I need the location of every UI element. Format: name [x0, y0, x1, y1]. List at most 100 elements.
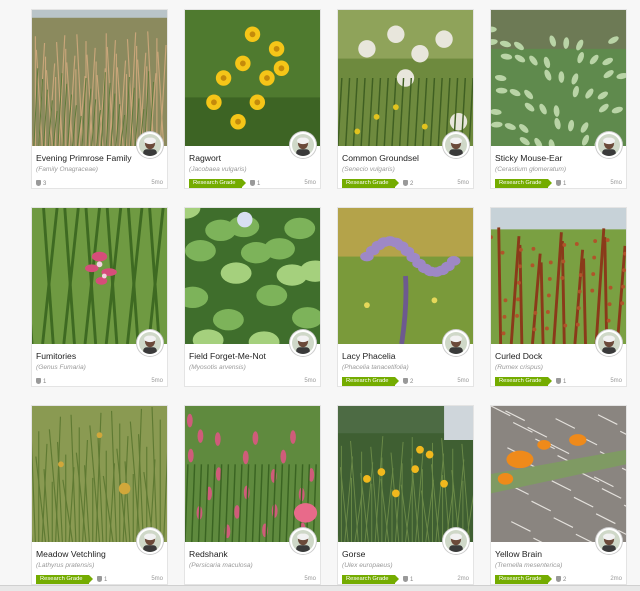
user-avatar[interactable]	[443, 528, 469, 554]
observation-card[interactable]: Gorse (Ulex europaeus) Research Grade 1 2mo	[337, 405, 474, 585]
species-name[interactable]: Ragwort	[189, 153, 221, 163]
species-name[interactable]: Redshank	[189, 549, 228, 559]
identifications-count: 2	[403, 180, 413, 187]
observation-photo[interactable]	[338, 10, 473, 146]
identifications-count: 1	[556, 378, 566, 385]
observation-photo[interactable]	[491, 406, 626, 542]
user-avatar[interactable]	[290, 132, 316, 158]
observation-card[interactable]: Lacy Phacelia (Phacelia tanacetifolia) Res…	[337, 207, 474, 387]
observation-card[interactable]: Meadow Vetchling (Lathyrus pratensis) Rese…	[31, 405, 168, 585]
user-avatar[interactable]	[596, 330, 622, 356]
research-grade-badge: Research Grade	[495, 575, 552, 584]
species-name[interactable]: Curled Dock	[495, 351, 542, 361]
scientific-name: (Rumex crispus)	[495, 364, 543, 371]
species-name[interactable]: Yellow Brain	[495, 549, 542, 559]
shield-icon	[556, 576, 561, 582]
time-ago: 5mo	[457, 180, 469, 186]
species-name[interactable]: Meadow Vetchling	[36, 549, 106, 559]
scientific-name: (Cerastium glomeratum)	[495, 166, 567, 173]
card-meta: Research Grade 1 5mo	[495, 179, 622, 188]
observation-photo[interactable]	[185, 406, 320, 542]
scientific-name: (Senecio vulgaris)	[342, 166, 395, 173]
species-name[interactable]: Fumitories	[36, 351, 76, 361]
user-avatar[interactable]	[443, 132, 469, 158]
observation-photo[interactable]	[32, 208, 167, 344]
scientific-name: (Genus Fumaria)	[36, 364, 86, 371]
time-ago: 5mo	[151, 378, 163, 384]
species-name[interactable]: Gorse	[342, 549, 365, 559]
shield-icon	[556, 180, 561, 186]
observation-card[interactable]: Yellow Brain (Tremella mesenterica) Resear…	[490, 405, 627, 585]
species-name[interactable]: Evening Primrose Family	[36, 153, 132, 163]
observation-card[interactable]: Sticky Mouse-Ear (Cerastium glomeratum) Re…	[490, 9, 627, 189]
observation-photo[interactable]	[185, 208, 320, 344]
research-grade-badge: Research Grade	[342, 179, 399, 188]
shield-icon	[403, 180, 408, 186]
user-avatar[interactable]	[137, 528, 163, 554]
identifications-count: 1	[250, 180, 260, 187]
time-ago: 5mo	[304, 576, 316, 582]
observation-card[interactable]: Fumitories (Genus Fumaria) 1 5mo	[31, 207, 168, 387]
observation-photo[interactable]	[338, 208, 473, 344]
time-ago: 5mo	[610, 180, 622, 186]
time-ago: 5mo	[457, 378, 469, 384]
card-meta: 5mo	[189, 377, 316, 386]
research-grade-badge: Research Grade	[495, 377, 552, 386]
observation-card[interactable]: Redshank (Persicaria maculosa) 5mo	[184, 405, 321, 585]
scientific-name: (Lathyrus pratensis)	[36, 562, 95, 569]
card-meta: Research Grade 1 5mo	[36, 575, 163, 584]
time-ago: 5mo	[610, 378, 622, 384]
observation-grid: Evening Primrose Family (Family Onagracea…	[0, 0, 640, 591]
species-name[interactable]: Sticky Mouse-Ear	[495, 153, 562, 163]
observation-card[interactable]: Evening Primrose Family (Family Onagracea…	[31, 9, 168, 189]
identifications-count: 3	[36, 180, 46, 187]
scientific-name: (Family Onagraceae)	[36, 166, 98, 173]
observation-card[interactable]: Common Groundsel (Senecio vulgaris) Resear…	[337, 9, 474, 189]
observation-photo[interactable]	[185, 10, 320, 146]
observation-card[interactable]: Ragwort (Jacobaea vulgaris) Research Grade…	[184, 9, 321, 189]
observation-card[interactable]: Curled Dock (Rumex crispus) Research Grade…	[490, 207, 627, 387]
time-ago: 5mo	[304, 180, 316, 186]
research-grade-badge: Research Grade	[36, 575, 93, 584]
observation-card[interactable]: Field Forget-Me-Not (Myosotis arvensis) 5m…	[184, 207, 321, 387]
time-ago: 5mo	[151, 180, 163, 186]
card-meta: Research Grade 2 5mo	[342, 377, 469, 386]
scientific-name: (Jacobaea vulgaris)	[189, 166, 247, 173]
user-avatar[interactable]	[596, 528, 622, 554]
observation-photo[interactable]	[491, 208, 626, 344]
observation-photo[interactable]	[32, 406, 167, 542]
time-ago: 2mo	[610, 576, 622, 582]
user-avatar[interactable]	[290, 528, 316, 554]
user-avatar[interactable]	[596, 132, 622, 158]
scientific-name: (Ulex europaeus)	[342, 562, 393, 569]
scientific-name: (Persicaria maculosa)	[189, 562, 253, 569]
card-meta: 1 5mo	[36, 377, 163, 386]
research-grade-badge: Research Grade	[342, 575, 399, 584]
shield-icon	[36, 180, 41, 186]
observation-photo[interactable]	[491, 10, 626, 146]
user-avatar[interactable]	[137, 132, 163, 158]
identifications-count: 2	[556, 576, 566, 583]
card-meta: Research Grade 1 5mo	[189, 179, 316, 188]
user-avatar[interactable]	[443, 330, 469, 356]
user-avatar[interactable]	[137, 330, 163, 356]
scientific-name: (Tremella mesenterica)	[495, 562, 563, 569]
scientific-name: (Phacelia tanacetifolia)	[342, 364, 409, 371]
shield-icon	[403, 378, 408, 384]
time-ago: 5mo	[151, 576, 163, 582]
identifications-count: 1	[556, 180, 566, 187]
species-name[interactable]: Lacy Phacelia	[342, 351, 396, 361]
shield-icon	[250, 180, 255, 186]
shield-icon	[97, 576, 102, 582]
observation-photo[interactable]	[338, 406, 473, 542]
species-name[interactable]: Common Groundsel	[342, 153, 419, 163]
card-meta: 3 5mo	[36, 179, 163, 188]
identifications-count: 2	[403, 378, 413, 385]
scientific-name: (Myosotis arvensis)	[189, 364, 246, 371]
card-meta: Research Grade 2 5mo	[342, 179, 469, 188]
species-name[interactable]: Field Forget-Me-Not	[189, 351, 266, 361]
user-avatar[interactable]	[290, 330, 316, 356]
card-meta: Research Grade 1 5mo	[495, 377, 622, 386]
observation-photo[interactable]	[32, 10, 167, 146]
identifications-count: 1	[403, 576, 413, 583]
